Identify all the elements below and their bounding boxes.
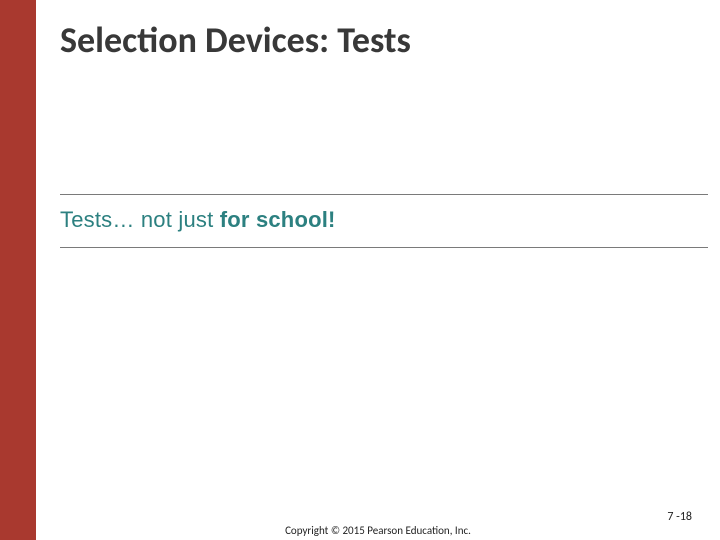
slide-title: Selection Devices: Tests [60, 18, 411, 62]
tagline-text: Tests… not just for school! [60, 195, 708, 247]
tagline-bold: for school! [220, 207, 336, 232]
accent-sidebar [0, 0, 36, 540]
slide-content: Selection Devices: Tests Tests… not just… [36, 0, 720, 540]
tagline-block: Tests… not just for school! [60, 194, 708, 248]
page-number: 7 -18 [667, 510, 692, 524]
copyright-text: Copyright © 2015 Pearson Education, Inc. [36, 524, 720, 537]
tagline-light: Tests… not just [60, 207, 220, 232]
divider-bottom [60, 247, 708, 248]
